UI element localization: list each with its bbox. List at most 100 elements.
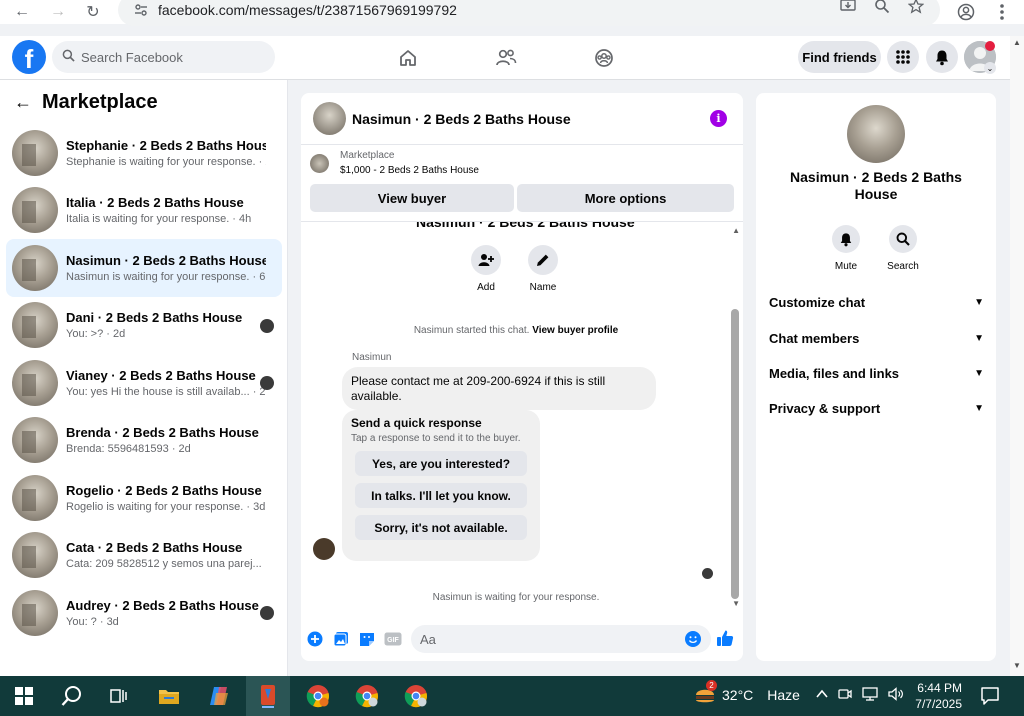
- chrome-icon[interactable]: [296, 676, 340, 716]
- browser-menu-icon[interactable]: [985, 0, 1019, 24]
- pinned-app-icon[interactable]: [246, 676, 290, 716]
- conversation-item[interactable]: Vianey · 2 Beds 2 Baths House You: yes Hi…: [6, 354, 282, 412]
- media-files-links-section[interactable]: Media, files and links ▼: [769, 362, 984, 384]
- message-thread[interactable]: Nasimun · 2 Beds 2 Baths House Add Name …: [301, 222, 743, 612]
- weather-widget[interactable]: 2 32°C Haze: [694, 680, 800, 706]
- clock[interactable]: 6:44 PM 7/7/2025: [908, 680, 962, 712]
- bookmark-star-icon[interactable]: [907, 0, 925, 18]
- forward-icon[interactable]: →: [41, 0, 75, 24]
- conversation-item[interactable]: Brenda · 2 Beds 2 Baths House Brenda: 559…: [6, 412, 282, 470]
- zoom-icon[interactable]: [874, 0, 890, 18]
- menu-grid-icon[interactable]: [887, 41, 919, 73]
- chevron-up-icon[interactable]: [816, 687, 828, 704]
- message-composer: GIF: [301, 623, 743, 655]
- chrome-profile-icon[interactable]: [345, 676, 389, 716]
- message-bubble[interactable]: Please contact me at 209-200-6924 if thi…: [342, 367, 656, 410]
- sticker-icon[interactable]: [359, 631, 375, 647]
- scrollbar-thumb[interactable]: [731, 309, 739, 599]
- listing-photo[interactable]: [847, 105, 905, 163]
- section-label: Chat members: [769, 330, 860, 346]
- conversation-item[interactable]: Cata · 2 Beds 2 Baths House Cata: 209 582…: [6, 527, 282, 585]
- message-input[interactable]: [411, 625, 711, 653]
- privacy-support-section[interactable]: Privacy & support ▼: [769, 397, 984, 419]
- chat-started-text: Nasimun started this chat.: [413, 325, 530, 336]
- listing-thumbnail[interactable]: [313, 102, 346, 135]
- notifications-bell-icon[interactable]: [926, 41, 958, 73]
- chat-title[interactable]: Nasimun · 2 Beds 2 Baths House: [352, 111, 571, 127]
- conversation-item[interactable]: Dani · 2 Beds 2 Baths House You: >? · 2d: [6, 297, 282, 355]
- sender-avatar[interactable]: [313, 538, 335, 560]
- conversation-preview: Stephanie is waiting for your response. …: [66, 155, 266, 168]
- photo-icon[interactable]: [333, 631, 349, 647]
- notification-center-icon[interactable]: [980, 686, 1000, 709]
- view-buyer-button[interactable]: View buyer: [310, 184, 514, 212]
- plus-circle-icon[interactable]: [307, 631, 323, 647]
- address-bar[interactable]: facebook.com/messages/t/2387156796919979…: [118, 0, 940, 26]
- profile-icon[interactable]: [949, 0, 983, 24]
- file-explorer-icon[interactable]: [147, 676, 191, 716]
- add-label: Add: [477, 282, 495, 293]
- back-arrow-icon[interactable]: ←: [14, 92, 32, 113]
- meet-now-icon[interactable]: [838, 687, 852, 704]
- chrome-profile-icon[interactable]: [394, 676, 438, 716]
- name-chat-action[interactable]: Name: [513, 245, 573, 293]
- pencil-icon: [528, 245, 558, 275]
- chevron-down-icon: ▼: [974, 402, 984, 414]
- section-label: Media, files and links: [769, 365, 900, 381]
- quick-response-button[interactable]: Yes, are you interested?: [355, 451, 527, 476]
- home-icon[interactable]: [392, 44, 424, 72]
- facebook-search[interactable]: Search Facebook: [52, 41, 275, 73]
- conversation-title: Audrey · 2 Beds 2 Baths House: [66, 597, 259, 613]
- conversation-item[interactable]: Stephanie · 2 Beds 2 Baths House Stephani…: [6, 124, 282, 182]
- volume-icon[interactable]: [888, 687, 904, 704]
- windows-start-icon[interactable]: [2, 676, 46, 716]
- listing-summary[interactable]: Marketplace $1,000 - 2 Beds 2 Baths Hous…: [310, 150, 479, 176]
- chevron-down-icon: ▼: [974, 296, 984, 308]
- conversation-list: Stephanie · 2 Beds 2 Baths House Stephani…: [6, 124, 282, 642]
- conversation-item[interactable]: Audrey · 2 Beds 2 Baths House You: ? · 3d: [6, 584, 282, 642]
- site-info-icon[interactable]: [132, 1, 150, 19]
- view-buyer-profile-link[interactable]: View buyer profile: [532, 325, 618, 336]
- conversation-item[interactable]: Nasimun · 2 Beds 2 Baths House Nasimun is…: [6, 239, 282, 297]
- more-options-button[interactable]: More options: [517, 184, 734, 212]
- install-app-icon[interactable]: [840, 0, 856, 18]
- chat-members-section[interactable]: Chat members ▼: [769, 327, 984, 349]
- quick-response-button[interactable]: Sorry, it's not available.: [355, 515, 527, 540]
- listing-thumbnail: [12, 532, 58, 579]
- conversation-title: Stephanie · 2 Beds 2 Baths House: [66, 137, 266, 153]
- conversation-item[interactable]: Rogelio · 2 Beds 2 Baths House Rogelio is…: [6, 469, 282, 527]
- back-icon[interactable]: ←: [5, 0, 39, 24]
- chat-scrollbar[interactable]: [731, 224, 739, 606]
- emoji-icon[interactable]: [685, 631, 701, 647]
- scroll-down-arrow-icon[interactable]: ▼: [1013, 661, 1021, 670]
- reload-icon[interactable]: ↻: [76, 0, 110, 24]
- copilot-icon[interactable]: [197, 676, 241, 716]
- listing-mini-thumbnail: [310, 154, 329, 173]
- find-friends-button[interactable]: Find friends: [798, 41, 881, 73]
- mute-action[interactable]: Mute: [826, 225, 866, 272]
- friends-icon[interactable]: [490, 44, 522, 72]
- thumbs-up-icon[interactable]: [716, 629, 734, 650]
- weather-badge: 2: [706, 680, 717, 691]
- search-label: Search: [887, 261, 919, 272]
- conversation-item[interactable]: Italia · 2 Beds 2 Baths House Italia is w…: [6, 182, 282, 240]
- quick-response-button[interactable]: In talks. I'll let you know.: [355, 483, 527, 508]
- chevron-down-icon: ▼: [974, 367, 984, 379]
- info-icon[interactable]: i: [710, 110, 727, 127]
- scroll-up-arrow-icon[interactable]: ▲: [1013, 38, 1021, 47]
- scroll-down-arrow-icon[interactable]: ▼: [732, 599, 740, 608]
- taskbar-search-icon[interactable]: [50, 676, 94, 716]
- add-people-action[interactable]: Add: [456, 245, 516, 293]
- page-scrollbar[interactable]: ▲ ▼: [1010, 36, 1024, 676]
- network-icon[interactable]: [862, 687, 878, 704]
- task-view-icon[interactable]: [97, 676, 141, 716]
- customize-chat-section[interactable]: Customize chat ▼: [769, 291, 984, 313]
- chevron-down-icon[interactable]: ⌄: [984, 62, 996, 74]
- gif-icon[interactable]: GIF: [384, 631, 402, 647]
- facebook-logo-icon[interactable]: f: [12, 40, 46, 74]
- conversation-preview: Brenda: 5596481593 · 2d: [66, 443, 191, 456]
- search-action[interactable]: Search: [883, 225, 923, 272]
- clock-date: 7/7/2025: [915, 697, 962, 711]
- groups-icon[interactable]: [588, 44, 620, 72]
- bell-icon: [832, 225, 860, 253]
